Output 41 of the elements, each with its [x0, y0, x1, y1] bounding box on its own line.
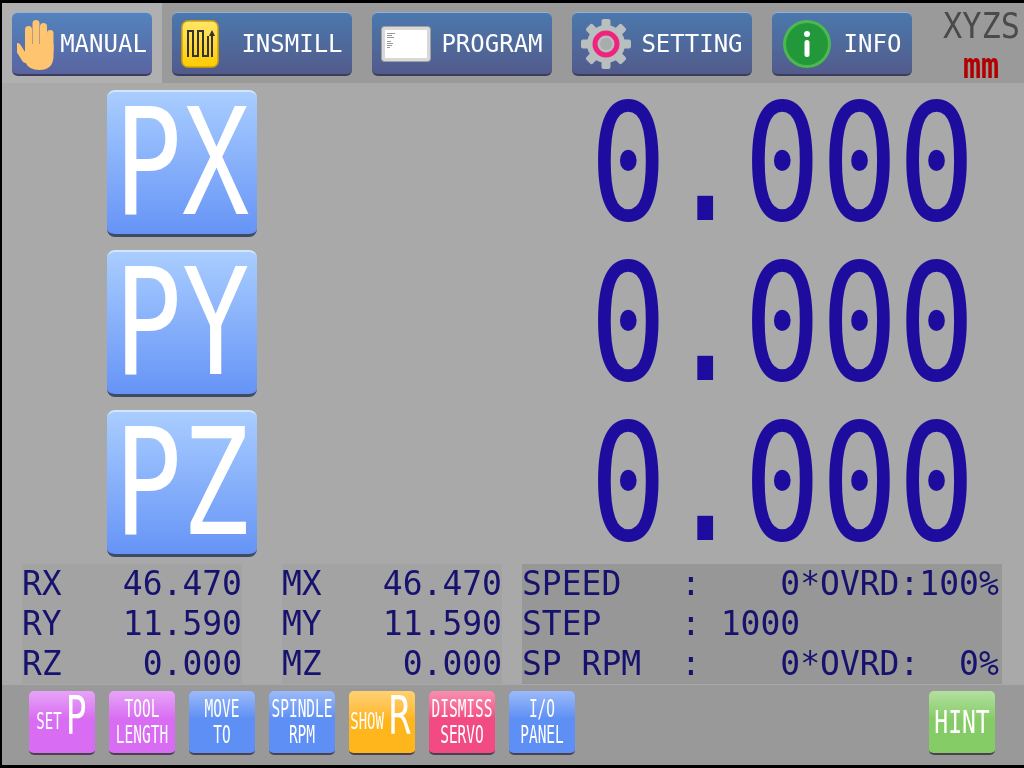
- position-value: 0.000: [589, 248, 975, 399]
- zigzag-path-icon: [181, 19, 220, 68]
- action-button[interactable]: SHOW R: [349, 691, 415, 755]
- action-button[interactable]: SPINDLE RPM: [269, 691, 335, 755]
- action-button[interactable]: SET P: [29, 691, 95, 755]
- axis-button[interactable]: PX: [107, 90, 257, 237]
- settings-icon: [581, 18, 632, 69]
- mode-tab[interactable]: SETTING: [572, 12, 752, 76]
- status-line: SPEED : 0*OVRD:100%: [522, 564, 999, 604]
- coordinate-value: 46.470: [382, 564, 502, 604]
- status-line: STEP : 1000: [522, 604, 801, 644]
- axis-button[interactable]: PZ: [107, 410, 257, 557]
- info-icon: [782, 19, 831, 68]
- hand-icon: [17, 17, 56, 70]
- axis-label: MX: [282, 564, 322, 604]
- coordinate-value: 0.000: [402, 644, 502, 684]
- axis-label: RY: [22, 604, 62, 644]
- coordinate-value: 0.000: [142, 644, 242, 684]
- coordinate-value: 11.590: [122, 604, 242, 644]
- coordinate-value: 11.590: [382, 604, 502, 644]
- unit-indicator: mm: [962, 48, 999, 84]
- hint-button[interactable]: HINT: [929, 691, 995, 755]
- axis-button[interactable]: PY: [107, 250, 257, 397]
- mode-tab[interactable]: INFO: [772, 12, 912, 76]
- action-button[interactable]: DISMISS SERVO: [429, 691, 495, 755]
- action-button[interactable]: TOOL LENGTH: [109, 691, 175, 755]
- axes-indicator: XYZS: [942, 6, 1020, 46]
- axis-label: MY: [282, 604, 322, 644]
- mode-tab[interactable]: MANUAL: [12, 12, 152, 76]
- axis-label: RX: [22, 564, 62, 604]
- axis-label: MZ: [282, 644, 322, 684]
- axis-label: RZ: [22, 644, 62, 684]
- status-line: SP RPM : 0*OVRD: 0%: [522, 644, 999, 684]
- position-value: 0.000: [589, 88, 975, 239]
- action-button[interactable]: MOVE TO: [189, 691, 255, 755]
- coordinate-value: 46.470: [122, 564, 242, 604]
- mode-tab[interactable]: PROGRAM: [372, 12, 552, 76]
- mode-tab[interactable]: INSMILL: [172, 12, 352, 76]
- position-value: 0.000: [589, 408, 975, 559]
- document-window-icon: [381, 25, 432, 62]
- action-button[interactable]: I/O PANEL: [509, 691, 575, 755]
